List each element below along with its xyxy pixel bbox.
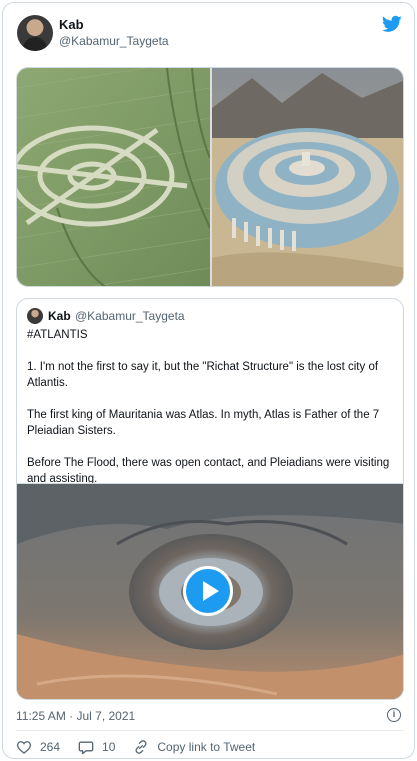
hashtag[interactable]: #ATLANTIS xyxy=(27,327,397,343)
crop-circle-image[interactable] xyxy=(17,68,210,287)
reply-count: 10 xyxy=(102,740,116,754)
play-button[interactable] xyxy=(183,566,233,616)
copy-link-label: Copy link to Tweet xyxy=(157,740,256,754)
quoted-avatar xyxy=(27,308,43,324)
tweet-timestamp[interactable]: 11:25 AM · Jul 7, 2021 xyxy=(16,709,135,723)
quoted-tweet[interactable]: Kab @Kabamur_Taygeta #ATLANTIS 1. I'm no… xyxy=(16,298,404,700)
avatar[interactable] xyxy=(17,15,53,51)
heart-icon xyxy=(16,741,32,754)
quoted-paragraph-1: 1. I'm not the first to say it, but the … xyxy=(27,361,379,389)
link-icon xyxy=(135,740,147,754)
twitter-bird-icon[interactable] xyxy=(382,15,402,33)
media-grid[interactable] xyxy=(16,67,404,287)
video-player[interactable] xyxy=(17,483,403,699)
quoted-text: #ATLANTIS 1. I'm not the first to say it… xyxy=(27,327,397,503)
author-name[interactable]: Kab xyxy=(59,17,84,32)
atlantis-illustration-image[interactable] xyxy=(212,68,404,287)
like-button[interactable]: 264 xyxy=(16,740,60,754)
reply-button[interactable]: 10 xyxy=(78,740,115,755)
info-icon[interactable]: i xyxy=(387,708,401,722)
divider xyxy=(16,730,404,731)
quoted-author-name: Kab xyxy=(48,309,71,323)
like-count: 264 xyxy=(40,740,61,754)
tweet-card[interactable]: Kab @Kabamur_Taygeta Kab @Kabamur_Tayget… xyxy=(2,2,415,759)
quoted-paragraph-2: The first king of Mauritania was Atlas. … xyxy=(27,409,380,437)
copy-link-button[interactable]: Copy link to Tweet xyxy=(133,739,255,755)
author-handle[interactable]: @Kabamur_Taygeta xyxy=(59,34,169,48)
quoted-author-handle: @Kabamur_Taygeta xyxy=(75,309,185,323)
reply-icon xyxy=(78,741,94,754)
action-bar: 264 10 Copy link to Tweet xyxy=(16,738,273,756)
